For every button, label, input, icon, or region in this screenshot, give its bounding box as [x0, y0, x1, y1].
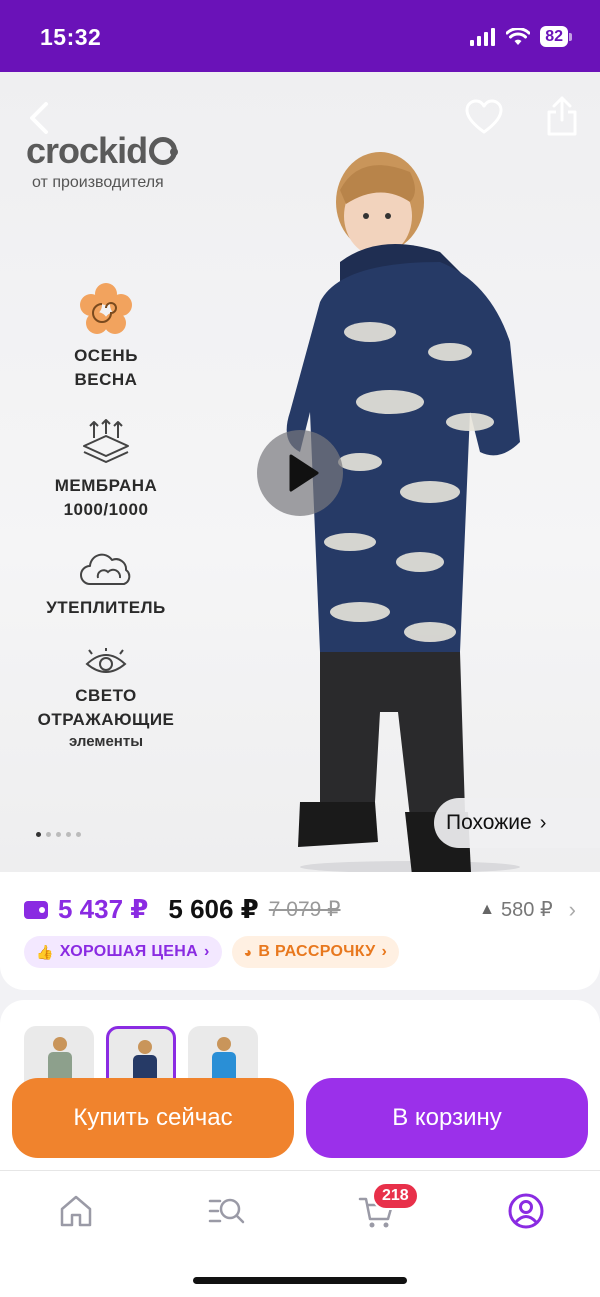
buy-now-button[interactable]: Купить сейчас	[12, 1078, 294, 1158]
price-card: 5 437 ₽ 5 606 ₽ 7 079 ₽ ▲ 580 ₽ › 👍 ХОРО…	[0, 872, 600, 990]
feature-title: ВЕСНА	[74, 370, 138, 389]
battery-level: 82	[540, 26, 568, 47]
similar-label: Похожие	[446, 811, 532, 834]
feature-membrane: МЕМБРАНА 1000/1000	[36, 418, 176, 522]
feature-title: 1000/1000	[63, 500, 149, 519]
price-row[interactable]: 5 437 ₽ 5 606 ₽ 7 079 ₽ ▲ 580 ₽ ›	[24, 894, 576, 925]
good-price-chip[interactable]: 👍 ХОРОШАЯ ЦЕНА ›	[24, 936, 222, 968]
similar-products-button[interactable]: Похожие ›	[434, 798, 600, 848]
chevron-right-icon: ›	[568, 896, 576, 922]
price-chips: 👍 ХОРОШАЯ ЦЕНА › ◕ В РАССРОЧКУ ›	[24, 936, 400, 968]
slide-dot	[56, 832, 61, 837]
chip-label: В РАССРОЧКУ	[258, 943, 376, 960]
feature-title: МЕМБРАНА	[54, 476, 158, 495]
triangle-up-icon: ▲	[479, 900, 496, 918]
price-delta-value: 580 ₽	[501, 899, 553, 921]
status-time: 15:32	[40, 24, 102, 50]
home-icon[interactable]	[56, 1191, 96, 1231]
old-price: 7 079 ₽	[268, 898, 341, 921]
add-to-cart-button[interactable]: В корзину	[306, 1078, 588, 1158]
thumbs-up-icon: 👍	[36, 943, 54, 960]
feature-insulation: УТЕПЛИТЕЛЬ	[36, 548, 176, 620]
chevron-right-icon: ›	[539, 811, 547, 834]
play-video-button[interactable]	[257, 430, 343, 516]
feature-season: ОСЕНЬ ВЕСНА	[46, 282, 166, 392]
regular-price: 5 606 ₽	[168, 894, 259, 924]
wifi-icon	[506, 27, 531, 45]
slide-dot	[66, 832, 71, 837]
brand-block: crockid от производителя	[26, 130, 179, 192]
eye-icon	[85, 648, 127, 673]
feature-reflective: СВЕТО ОТРАЖАЮЩИЕ элементы	[26, 648, 186, 752]
battery-indicator: 82	[540, 26, 572, 47]
cart-count-badge: 218	[372, 1182, 419, 1210]
feature-subtitle: элементы	[68, 733, 144, 750]
pie-chart-icon: ◕	[243, 944, 253, 960]
feature-title: ОТРАЖАЮЩИЕ	[37, 710, 175, 729]
cloud-icon	[80, 553, 131, 585]
brand-subtitle: от производителя	[32, 174, 164, 191]
slide-dot-active	[36, 832, 41, 837]
signal-icon	[470, 27, 496, 46]
membrane-icon	[83, 419, 129, 463]
status-bar: 15:32 82	[0, 0, 600, 72]
slide-dot	[46, 832, 51, 837]
feature-title: СВЕТО	[75, 686, 137, 705]
catalog-search-icon[interactable]	[206, 1191, 246, 1231]
slide-dot	[76, 832, 81, 837]
brand-mark-icon	[149, 137, 179, 165]
share-icon[interactable]	[542, 94, 582, 138]
chevron-right-icon: ›	[204, 943, 210, 960]
installment-chip[interactable]: ◕ В РАССРОЧКУ ›	[231, 936, 400, 968]
brand-name: crockid	[26, 130, 148, 171]
price-history[interactable]: ▲ 580 ₽ ›	[479, 897, 576, 923]
feature-title: ОСЕНЬ	[74, 346, 138, 365]
status-icons: 82	[470, 26, 572, 47]
product-gallery[interactable]: crockid от производителя ОСЕНЬ ВЕСНА МЕМ…	[0, 72, 600, 872]
feature-title: УТЕПЛИТЕЛЬ	[46, 598, 166, 617]
slide-indicator	[36, 832, 81, 837]
home-indicator	[193, 1277, 407, 1284]
flower-icon	[80, 283, 132, 334]
brand-logo: crockid	[26, 130, 179, 172]
chevron-right-icon: ›	[381, 943, 388, 960]
profile-icon[interactable]	[506, 1191, 546, 1231]
chip-label: ХОРОШАЯ ЦЕНА	[59, 943, 198, 960]
wallet-icon	[24, 900, 48, 919]
play-icon	[289, 454, 319, 492]
wallet-price: 5 437 ₽	[58, 894, 149, 924]
